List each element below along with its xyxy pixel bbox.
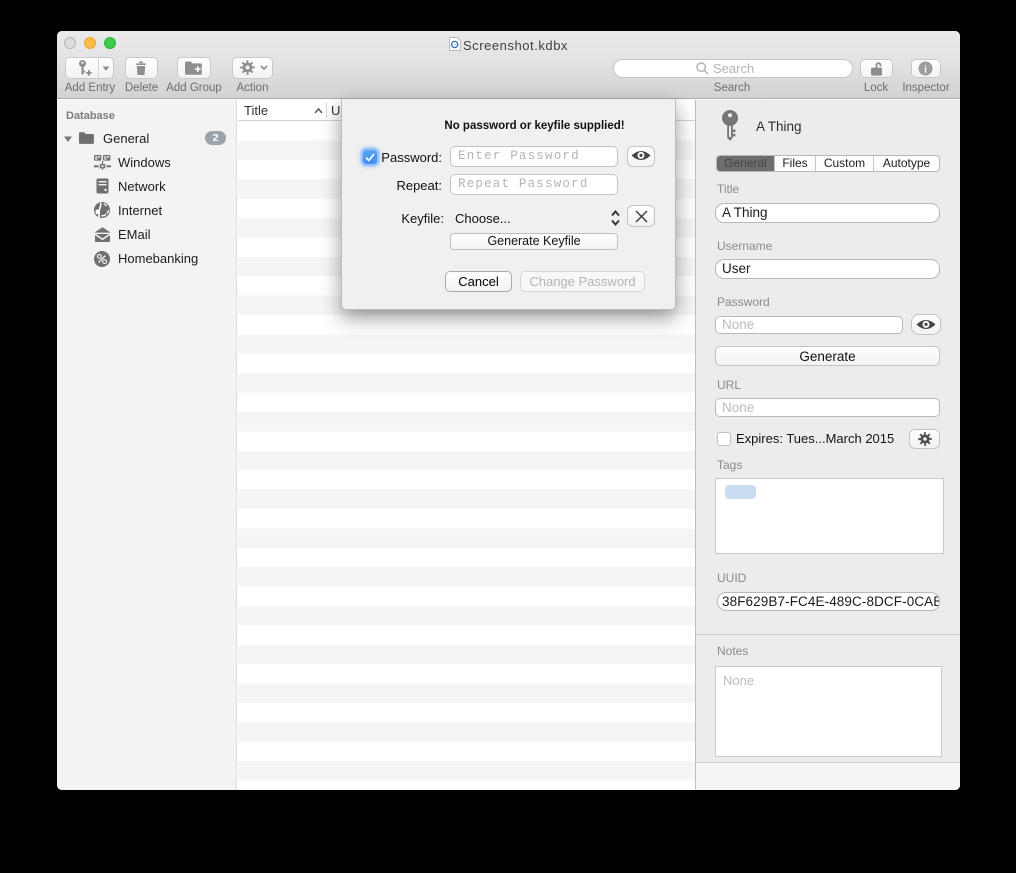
svg-text:i: i: [924, 64, 927, 76]
